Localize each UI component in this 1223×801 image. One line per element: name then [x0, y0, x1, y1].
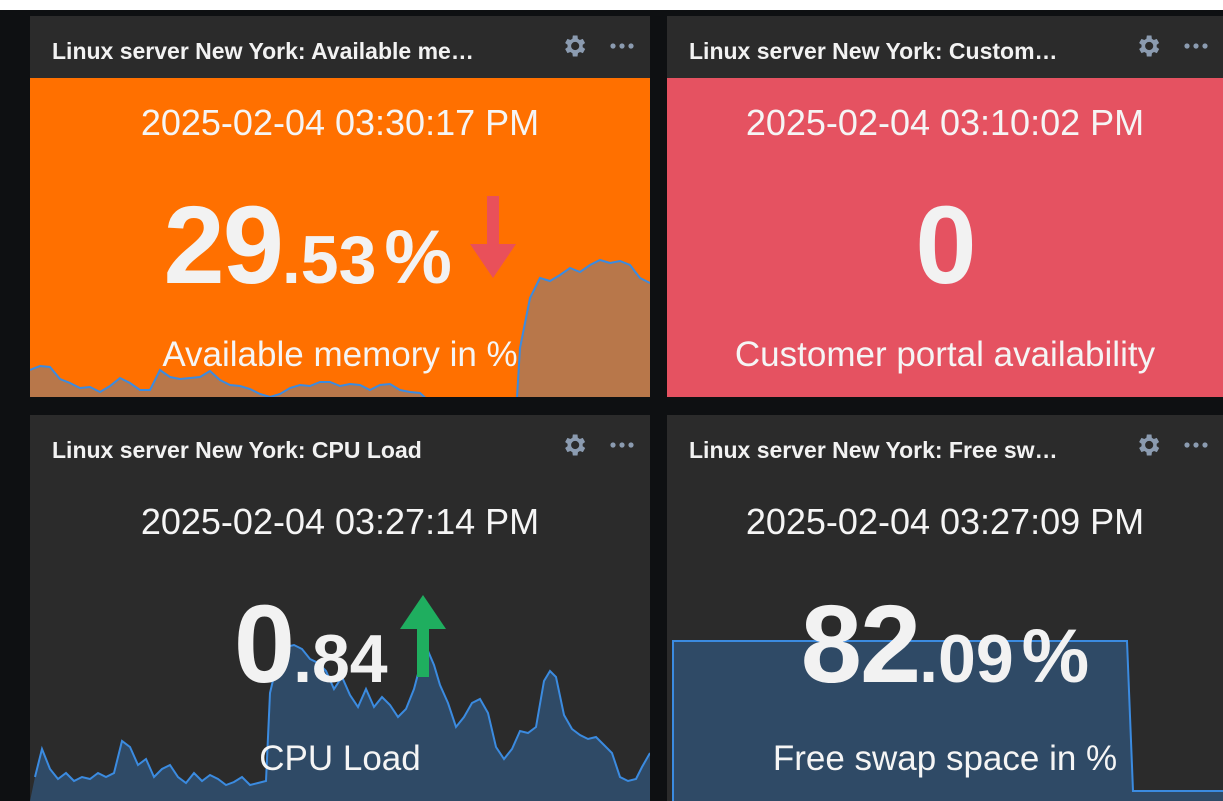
gear-icon[interactable] [560, 431, 588, 459]
value-integer: 0 [915, 184, 976, 307]
widget-value: 82.09% [667, 581, 1223, 708]
value-unit: % [384, 215, 452, 300]
widget-description: Free swap space in % [772, 739, 1118, 778]
arrow-up-icon [400, 595, 447, 677]
widget-timestamp: 2025-02-04 03:30:17 PM [140, 102, 540, 143]
value-integer: 82 [800, 583, 921, 706]
left-strip [0, 10, 12, 801]
widget-header: Linux server New York: CPU Load [30, 415, 650, 477]
value-integer: 29 [163, 184, 284, 307]
widget-body: 2025-02-04 03:10:02 PM 0 Customer portal… [667, 78, 1223, 397]
widget-timestamp: 2025-02-04 03:27:09 PM [745, 501, 1145, 542]
widget-description: CPU Load [259, 739, 421, 778]
widget-title: Linux server New York: Free sw… [689, 437, 1058, 463]
widget-header: Linux server New York: Free sw… [667, 415, 1223, 477]
widget-value: 0 [667, 182, 1223, 309]
widget-header: Linux server New York: Available me… [30, 16, 650, 78]
widget-customer-portal[interactable]: Linux server New York: Custom… 2025-02-0… [667, 16, 1223, 397]
widget-timestamp: 2025-02-04 03:27:14 PM [140, 501, 540, 542]
value-decimal: .84 [293, 621, 388, 697]
widget-title: Linux server New York: Available me… [52, 38, 474, 64]
value-decimal: .53 [281, 222, 377, 298]
widget-description: Available memory in % [162, 335, 518, 374]
more-dots-icon[interactable] [1181, 435, 1211, 455]
value-integer: 0 [233, 583, 295, 706]
more-dots-icon[interactable] [607, 36, 637, 56]
widget-timestamp: 2025-02-04 03:10:02 PM [745, 102, 1145, 143]
widget-description: Customer portal availability [734, 335, 1156, 374]
widget-body: 2025-02-04 03:30:17 PM 29.53% Available … [30, 78, 650, 397]
widget-title: Linux server New York: CPU Load [52, 437, 422, 463]
top-strip [0, 0, 1223, 10]
more-dots-icon[interactable] [607, 435, 637, 455]
value-decimal: .09 [919, 621, 1014, 697]
value-unit: % [1021, 614, 1090, 699]
widget-body: 2025-02-04 03:27:14 PM 0.84 CPU Load [30, 477, 650, 801]
widget-value: 0.84 [30, 581, 650, 708]
gear-icon[interactable] [1134, 431, 1162, 459]
gear-icon[interactable] [1134, 32, 1162, 60]
gear-icon[interactable] [560, 32, 588, 60]
widget-free-swap[interactable]: Linux server New York: Free sw… 2025-02-… [667, 415, 1223, 801]
more-dots-icon[interactable] [1181, 36, 1211, 56]
widget-value: 29.53% [30, 182, 650, 309]
widget-title: Linux server New York: Custom… [689, 38, 1058, 64]
widget-body: 2025-02-04 03:27:09 PM 82.09% Free swap … [667, 477, 1223, 801]
arrow-down-icon [470, 196, 517, 278]
widget-header: Linux server New York: Custom… [667, 16, 1223, 78]
widget-cpu-load[interactable]: Linux server New York: CPU Load 2025-02-… [30, 415, 650, 801]
widget-available-memory[interactable]: Linux server New York: Available me… 202… [30, 16, 650, 397]
